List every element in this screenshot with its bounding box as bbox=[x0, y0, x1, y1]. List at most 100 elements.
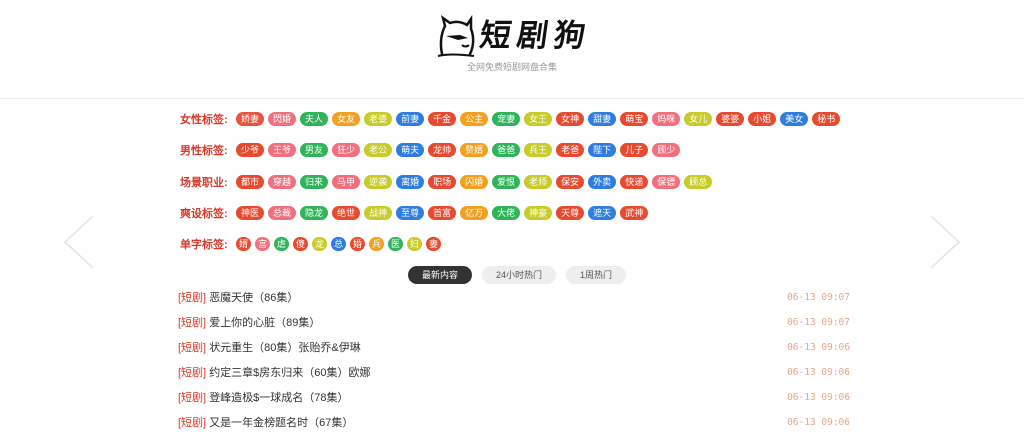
list-item-title-wrap[interactable]: [短剧] 恶魔天使（86集） bbox=[178, 291, 298, 305]
list-item[interactable]: [短剧] 爱上你的心脏（89集） 06-13 09:07 bbox=[178, 310, 850, 335]
tag-chip[interactable]: 男友 bbox=[300, 143, 329, 157]
tag-chip[interactable]: 前妻 bbox=[396, 112, 425, 126]
list-item[interactable]: [短剧] 恶魔天使（86集） 06-13 09:07 bbox=[178, 285, 850, 310]
tag-chip[interactable]: 武神 bbox=[620, 206, 649, 220]
tag-chip[interactable]: 闪婚 bbox=[460, 175, 489, 189]
tag-chip[interactable]: 老婆 bbox=[364, 112, 393, 126]
tag-chip[interactable]: 离婚 bbox=[396, 175, 425, 189]
tag-chip[interactable]: 战神 bbox=[364, 206, 393, 220]
list-item[interactable]: [短剧] 登峰造极$一球成名（78集） 06-13 09:06 bbox=[178, 385, 850, 410]
tag-row: 女性标签: 娇妻 閃婚 夫人 女友 老婆 前妻 千金 公主 宠妻 女王 女神 甜妻 萌宝 妈咪 女儿 婆婆 小姐美… bbox=[180, 111, 841, 127]
tag-chip[interactable]: 职场 bbox=[428, 175, 457, 189]
tag-chip[interactable]: 兵王 bbox=[524, 143, 553, 157]
list-item-title-wrap[interactable]: [短剧] 登峰造极$一球成名（78集） bbox=[178, 391, 349, 405]
list-item-title-wrap[interactable]: [短剧] 约定三章$房东归来（60集）欧娜 bbox=[178, 366, 371, 380]
list-item[interactable]: [短剧] 状元重生（80集）张贻乔&伊琳 06-13 09:06 bbox=[178, 335, 850, 360]
list-item-title-wrap[interactable]: [短剧] 爱上你的心脏（89集） bbox=[178, 316, 320, 330]
tag-chip[interactable]: 快递 bbox=[620, 175, 649, 189]
tag-chip[interactable]: 逆袭 bbox=[364, 175, 393, 189]
tag-chip[interactable]: 宠妻 bbox=[492, 112, 521, 126]
tag-chip[interactable]: 婆婆 bbox=[716, 112, 745, 126]
tag-chip[interactable]: 虐 bbox=[274, 237, 289, 251]
tab-1week-hot[interactable]: 1周热门 bbox=[566, 266, 626, 284]
tag-chip[interactable]: 外卖 bbox=[588, 175, 617, 189]
tab-24h-hot[interactable]: 24小时热门 bbox=[482, 266, 556, 284]
tag-chip[interactable]: 保安 bbox=[556, 175, 585, 189]
tag-chip[interactable]: 马甲 bbox=[332, 175, 361, 189]
carousel-next-arrow-icon[interactable] bbox=[929, 214, 961, 270]
tag-chip[interactable]: 妈咪 bbox=[652, 112, 681, 126]
tag-chip[interactable]: 老师 bbox=[524, 175, 553, 189]
list-item-title[interactable]: 登峰造极$一球成名（78集） bbox=[209, 392, 348, 404]
tag-chip[interactable]: 爸爸 bbox=[492, 143, 521, 157]
list-item-title-wrap[interactable]: [短剧] 又是一年金榜题名时（67集） bbox=[178, 416, 353, 430]
tag-chip[interactable]: 总 bbox=[331, 237, 346, 251]
tag-chip[interactable]: 萌宝 bbox=[620, 112, 649, 126]
tag-chip[interactable]: 顾总 bbox=[684, 175, 713, 189]
tag-chip[interactable]: 神医 bbox=[236, 206, 265, 220]
tag-chip[interactable]: 儿子 bbox=[620, 143, 649, 157]
tag-chip[interactable]: 至尊 bbox=[396, 206, 425, 220]
tag-chip[interactable]: 公主 bbox=[460, 112, 489, 126]
tag-chip[interactable]: 保镖 bbox=[652, 175, 681, 189]
tag-chip[interactable]: 閃婚 bbox=[268, 112, 297, 126]
list-item[interactable]: [短剧] 又是一年金榜题名时（67集） 06-13 09:06 bbox=[178, 410, 850, 435]
tag-chip[interactable]: 老爸 bbox=[556, 143, 585, 157]
tag-chip[interactable]: 婿 bbox=[236, 237, 251, 251]
list-item-title[interactable]: 恶魔天使（86集） bbox=[209, 292, 298, 304]
tag-chip[interactable]: 萌夫 bbox=[396, 143, 425, 157]
tag-chip[interactable]: 老公 bbox=[364, 143, 393, 157]
tag-chip[interactable]: 宫 bbox=[255, 237, 270, 251]
tag-chip[interactable]: 都市 bbox=[236, 175, 265, 189]
tag-chip[interactable]: 陛下 bbox=[588, 143, 617, 157]
tag-chip[interactable]: 医 bbox=[388, 237, 403, 251]
tag-chip[interactable]: 秘书 bbox=[812, 112, 841, 126]
tag-chip[interactable]: 遮天 bbox=[588, 206, 617, 220]
tag-chip[interactable]: 归来 bbox=[300, 175, 329, 189]
list-item-title[interactable]: 爱上你的心脏（89集） bbox=[209, 317, 320, 329]
list-item-title-wrap[interactable]: [短剧] 状元重生（80集）张贻乔&伊琳 bbox=[178, 341, 361, 355]
list-item-title[interactable]: 又是一年金榜题名时（67集） bbox=[209, 417, 353, 429]
tag-chip[interactable]: 妇 bbox=[407, 237, 422, 251]
tag-chip[interactable]: 天尊 bbox=[556, 206, 585, 220]
tag-chip[interactable]: 穿越 bbox=[268, 175, 297, 189]
list-item[interactable]: [短剧] 约定三章$房东归来（60集）欧娜 06-13 09:06 bbox=[178, 360, 850, 385]
tag-chip[interactable]: 夫人 bbox=[300, 112, 329, 126]
tag-chip[interactable]: 顾少 bbox=[652, 143, 681, 157]
carousel-prev-arrow-icon[interactable] bbox=[63, 214, 95, 270]
tag-chip[interactable]: 甜妻 bbox=[588, 112, 617, 126]
tag-chip[interactable]: 绝世 bbox=[332, 206, 361, 220]
tag-chip[interactable]: 大佬 bbox=[492, 206, 521, 220]
list-item-title[interactable]: 状元重生（80集）张贻乔&伊琳 bbox=[209, 342, 361, 354]
tag-chip[interactable]: 傻 bbox=[293, 237, 308, 251]
list-item-title[interactable]: 约定三章$房东归来（60集）欧娜 bbox=[209, 367, 370, 379]
tag-chip[interactable]: 兵 bbox=[369, 237, 384, 251]
tag-chip[interactable]: 亿万 bbox=[460, 206, 489, 220]
tag-chip[interactable]: 女神 bbox=[556, 112, 585, 126]
tag-chip[interactable]: 少爷 bbox=[236, 143, 265, 157]
list-item-time: 06-13 09:07 bbox=[787, 316, 850, 328]
content-tabs: 最新内容 24小时热门 1周热门 bbox=[408, 266, 626, 284]
tab-latest[interactable]: 最新内容 bbox=[408, 266, 472, 284]
site-logo[interactable]: 短剧狗 bbox=[436, 14, 596, 58]
tag-chip[interactable]: 神豪 bbox=[524, 206, 553, 220]
tag-chip[interactable]: 赘婿 bbox=[460, 143, 489, 157]
tag-chip[interactable]: 小姐 bbox=[748, 112, 777, 126]
tag-chip[interactable]: 龙帅 bbox=[428, 143, 457, 157]
tag-chip[interactable]: 千金 bbox=[428, 112, 457, 126]
tag-chip[interactable]: 美女 bbox=[780, 112, 809, 126]
tag-row-label: 单字标签: bbox=[180, 239, 228, 251]
tag-chip[interactable]: 女王 bbox=[524, 112, 553, 126]
tag-chip[interactable]: 女友 bbox=[332, 112, 361, 126]
tag-chip[interactable]: 娇妻 bbox=[236, 112, 265, 126]
tag-chip[interactable]: 女儿 bbox=[684, 112, 713, 126]
tag-chip[interactable]: 总裁 bbox=[268, 206, 297, 220]
tag-chip[interactable]: 王爷 bbox=[268, 143, 297, 157]
tag-chip[interactable]: 爱恨 bbox=[492, 175, 521, 189]
tag-chip[interactable]: 龙 bbox=[312, 237, 327, 251]
tag-chip[interactable]: 妻 bbox=[426, 237, 441, 251]
tag-chip[interactable]: 隐龙 bbox=[300, 206, 329, 220]
tag-chip[interactable]: 婚 bbox=[350, 237, 365, 251]
tag-chip[interactable]: 狂少 bbox=[332, 143, 361, 157]
tag-chip[interactable]: 首富 bbox=[428, 206, 457, 220]
